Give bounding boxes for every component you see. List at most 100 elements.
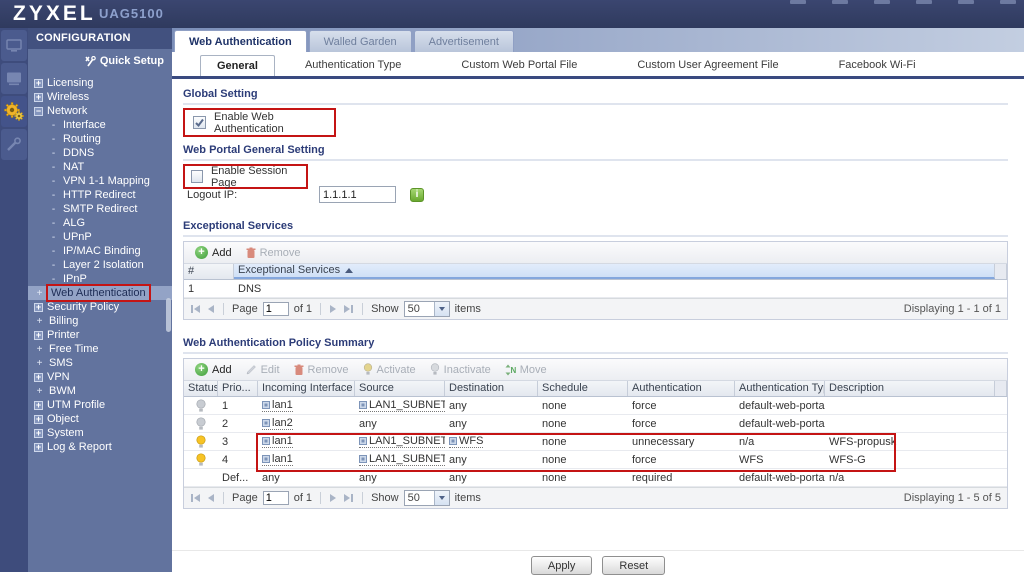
sidebar-item-ipnp[interactable]: -IPnP	[28, 272, 172, 286]
collapse-icon[interactable]: −	[34, 107, 43, 116]
policy-row[interactable]: 4lan1LAN1_SUBNETanynoneforceWFSWFS-G	[184, 451, 1007, 469]
first-page-icon[interactable]	[190, 493, 202, 503]
policy-row[interactable]: Def...anyanyanynonerequireddefault-web-p…	[184, 469, 1007, 487]
sidebar-item-system[interactable]: +System	[28, 426, 172, 440]
page-size-select[interactable]: 50	[404, 490, 450, 506]
remove-button[interactable]: Remove	[241, 242, 306, 263]
sidebar-item-network[interactable]: −Network	[28, 104, 172, 118]
sidebar-item-billing[interactable]: +Billing	[28, 314, 172, 328]
activate-button[interactable]: Activate	[358, 359, 421, 380]
cell-interface[interactable]: lan1	[258, 453, 355, 466]
enable-session-page-checkbox[interactable]	[191, 170, 203, 183]
sidebar-item-sms[interactable]: +SMS	[28, 356, 172, 370]
sidebar-item-vpn-1-1-mapping[interactable]: -VPN 1-1 Mapping	[28, 174, 172, 188]
sidebar-item-object[interactable]: +Object	[28, 412, 172, 426]
remove-button[interactable]: Remove	[289, 359, 354, 380]
sidebar-item-ip-mac-binding[interactable]: -IP/MAC Binding	[28, 244, 172, 258]
expand-icon[interactable]: +	[34, 401, 43, 410]
column-status[interactable]: Status	[184, 381, 218, 396]
sidebar-scrollbar[interactable]	[166, 298, 171, 332]
page-size-select[interactable]: 50	[404, 301, 450, 317]
column-incoming-interface[interactable]: Incoming Interface	[258, 381, 355, 396]
add-button[interactable]: + Add	[190, 359, 237, 380]
expand-icon[interactable]: +	[34, 93, 43, 102]
expand-icon[interactable]: +	[34, 303, 43, 312]
enable-web-authentication-checkbox[interactable]	[193, 116, 206, 129]
sidebar-item-nat[interactable]: -NAT	[28, 160, 172, 174]
sidebar-item-bwm[interactable]: +BWM	[28, 384, 172, 398]
sidebar-item-free-time[interactable]: +Free Time	[28, 342, 172, 356]
subtab-facebook-wifi[interactable]: Facebook Wi-Fi	[823, 55, 932, 76]
column-authentication[interactable]: Authentication	[628, 381, 735, 396]
sidebar-item-security-policy[interactable]: +Security Policy	[28, 300, 172, 314]
next-page-icon[interactable]	[329, 493, 337, 503]
add-button[interactable]: + Add	[190, 242, 237, 263]
column-destination[interactable]: Destination	[445, 381, 538, 396]
column-exceptional-services[interactable]: Exceptional Services	[234, 264, 995, 279]
cell-interface[interactable]: lan1	[258, 399, 355, 412]
column-source[interactable]: Source	[355, 381, 445, 396]
sidebar-item-log-report[interactable]: +Log & Report	[28, 440, 172, 454]
previous-page-icon[interactable]	[207, 493, 215, 503]
expand-icon[interactable]: +	[34, 415, 43, 424]
cell-source[interactable]: LAN1_SUBNET	[355, 453, 445, 466]
sidebar-item-upnp[interactable]: -UPnP	[28, 230, 172, 244]
sidebar-item-printer[interactable]: +Printer	[28, 328, 172, 342]
cell-destination[interactable]: WFS	[445, 435, 538, 448]
subtab-custom-web-portal-file[interactable]: Custom Web Portal File	[445, 55, 593, 76]
expand-icon[interactable]: +	[34, 429, 43, 438]
tab-advertisement[interactable]: Advertisement	[414, 30, 514, 52]
cell-source[interactable]: LAN1_SUBNET	[355, 435, 445, 448]
expand-icon[interactable]: +	[34, 443, 43, 452]
column-schedule[interactable]: Schedule	[538, 381, 628, 396]
cell-interface[interactable]: lan2	[258, 417, 355, 430]
sidebar-item-http-redirect[interactable]: -HTTP Redirect	[28, 188, 172, 202]
page-number-input[interactable]	[263, 491, 289, 505]
sidebar-item-ddns[interactable]: -DDNS	[28, 146, 172, 160]
sidebar-item-interface[interactable]: -Interface	[28, 118, 172, 132]
sidebar-item-routing[interactable]: -Routing	[28, 132, 172, 146]
reset-button[interactable]: Reset	[602, 556, 665, 575]
column-priority[interactable]: Prio...	[218, 381, 258, 396]
sidebar-item-web-authentication[interactable]: +Web Authentication	[28, 286, 172, 300]
column-authentication-type[interactable]: Authentication Type	[735, 381, 825, 396]
expand-icon[interactable]: +	[34, 373, 43, 382]
sidebar-item-smtp-redirect[interactable]: -SMTP Redirect	[28, 202, 172, 216]
configuration-icon[interactable]	[1, 96, 27, 127]
subtab-authentication-type[interactable]: Authentication Type	[289, 55, 417, 76]
maintenance-icon[interactable]	[1, 129, 27, 160]
previous-page-icon[interactable]	[207, 304, 215, 314]
dashboard-icon[interactable]	[1, 30, 27, 61]
page-number-input[interactable]	[263, 302, 289, 316]
exceptional-row[interactable]: 1 DNS	[184, 280, 1007, 298]
monitor-icon[interactable]	[1, 63, 27, 94]
tab-walled-garden[interactable]: Walled Garden	[309, 30, 412, 52]
policy-row[interactable]: 3lan1LAN1_SUBNETWFSnoneunnecessaryn/aWFS…	[184, 433, 1007, 451]
policy-row[interactable]: 1lan1LAN1_SUBNETanynoneforcedefault-web-…	[184, 397, 1007, 415]
last-page-icon[interactable]	[342, 304, 354, 314]
policy-row[interactable]: 2lan2anyanynoneforcedefault-web-portal	[184, 415, 1007, 433]
inactivate-button[interactable]: Inactivate	[425, 359, 496, 380]
cell-source[interactable]: LAN1_SUBNET	[355, 399, 445, 412]
sidebar-item-wireless[interactable]: +Wireless	[28, 90, 172, 104]
move-button[interactable]: N Move	[500, 359, 552, 380]
first-page-icon[interactable]	[190, 304, 202, 314]
column-number[interactable]: #	[184, 264, 234, 279]
sidebar-item-layer-2-isolation[interactable]: -Layer 2 Isolation	[28, 258, 172, 272]
cell-interface[interactable]: lan1	[258, 435, 355, 448]
sidebar-item-licensing[interactable]: +Licensing	[28, 76, 172, 90]
info-icon[interactable]: i	[410, 188, 424, 202]
tab-web-authentication[interactable]: Web Authentication	[174, 30, 307, 52]
expand-icon[interactable]: +	[34, 79, 43, 88]
last-page-icon[interactable]	[342, 493, 354, 503]
subtab-custom-user-agreement-file[interactable]: Custom User Agreement File	[621, 55, 794, 76]
quick-setup-link[interactable]: Quick Setup	[28, 49, 172, 73]
subtab-general[interactable]: General	[200, 55, 275, 76]
edit-button[interactable]: Edit	[241, 359, 285, 380]
column-description[interactable]: Description	[825, 381, 995, 396]
apply-button[interactable]: Apply	[531, 556, 593, 575]
expand-icon[interactable]: +	[34, 331, 43, 340]
sidebar-item-alg[interactable]: -ALG	[28, 216, 172, 230]
logout-ip-input[interactable]	[319, 186, 396, 203]
sidebar-item-vpn[interactable]: +VPN	[28, 370, 172, 384]
